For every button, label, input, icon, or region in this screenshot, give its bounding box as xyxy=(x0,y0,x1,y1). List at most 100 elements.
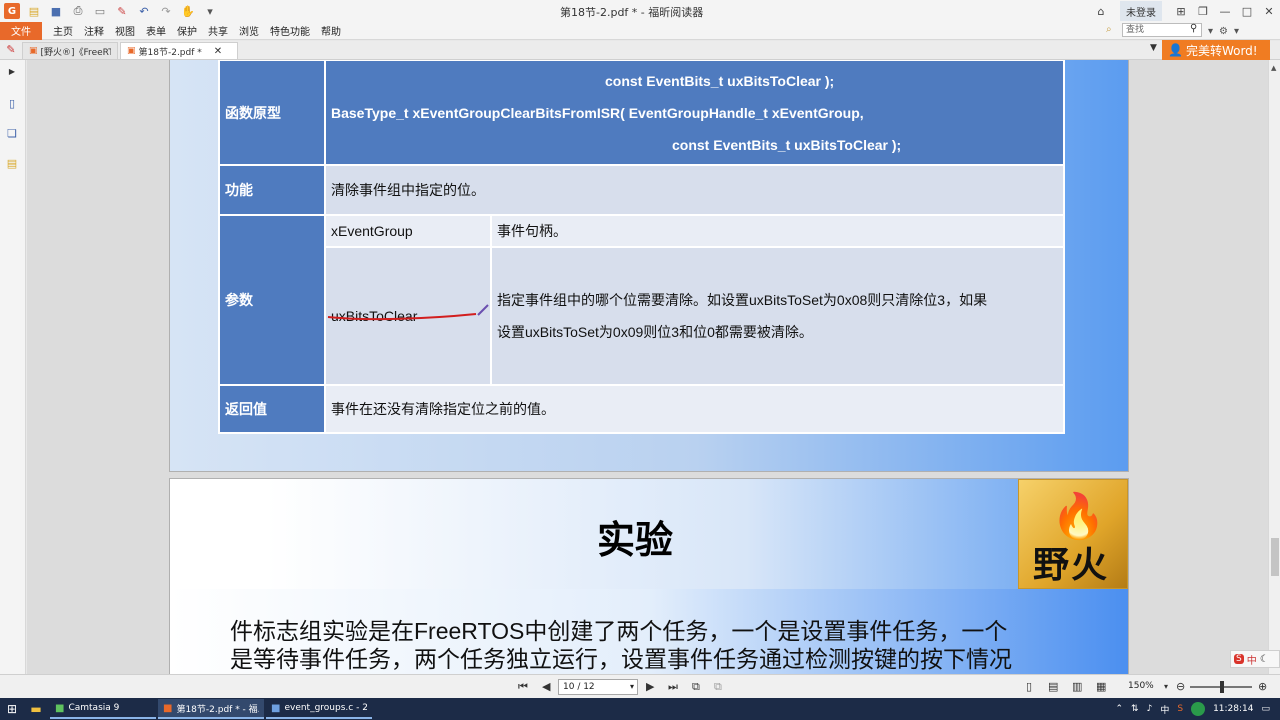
param-header: 参数 xyxy=(218,214,326,386)
redo-icon[interactable]: ↷ xyxy=(158,3,174,19)
settings-dropdown-icon[interactable]: ▾ xyxy=(1234,26,1239,37)
open-icon[interactable]: ▤ xyxy=(26,3,42,19)
next-page-icon[interactable]: ▶ xyxy=(646,680,654,693)
menu-share[interactable]: 共享 xyxy=(208,23,228,38)
tab-list-icon[interactable]: ✎ xyxy=(0,40,22,59)
settings-icon[interactable]: ⚙ xyxy=(1219,26,1228,37)
user-avatar-icon[interactable] xyxy=(1191,702,1206,716)
first-page-icon[interactable]: ⏮ xyxy=(518,680,528,694)
zoom-level[interactable]: 150% xyxy=(1128,681,1154,691)
window-title: 第18节-2.pdf * - 福昕阅读器 xyxy=(560,6,704,19)
print-icon[interactable]: ⎙ xyxy=(70,3,86,19)
zoom-slider-knob[interactable] xyxy=(1220,681,1224,693)
menu-view[interactable]: 视图 xyxy=(115,23,135,38)
taskbar-item-keil[interactable]: ■ event_groups.c - 20... xyxy=(266,699,372,719)
yehuo-logo: 🔥 野火 xyxy=(1018,479,1128,589)
hand-tool-icon[interactable]: ✋ xyxy=(180,3,196,19)
close-button[interactable]: ✕ xyxy=(1258,0,1280,22)
taskbar-item-camtasia[interactable]: ■ Camtasia 9 xyxy=(50,699,156,719)
layers-icon[interactable]: ❏ xyxy=(5,126,19,140)
param-desc-cell: 事件句柄。 xyxy=(490,214,1065,248)
sogou-tray-icon[interactable]: S xyxy=(1177,704,1183,714)
ime-toolbar[interactable]: S 中 ☾ xyxy=(1230,650,1280,668)
tab-current-document[interactable]: ▣ 第18节-2.pdf * ✕ xyxy=(120,42,238,59)
search-options-icon[interactable]: ▾ xyxy=(1208,26,1213,37)
param-desc-line-2: 设置uxBitsToSet为0x09则位3和位0都需要被清除。 xyxy=(497,324,813,340)
ime-language[interactable]: 中 xyxy=(1247,652,1257,667)
sogou-icon[interactable]: S xyxy=(1234,654,1244,664)
comments-icon[interactable]: ▤ xyxy=(5,156,19,170)
save-icon[interactable]: ■ xyxy=(48,3,64,19)
minimize-button[interactable]: — xyxy=(1214,0,1236,22)
maximize-button[interactable]: □ xyxy=(1236,0,1258,22)
login-button[interactable]: 未登录 xyxy=(1120,1,1162,21)
last-page-icon[interactable]: ⏭ xyxy=(668,680,678,694)
search-icon[interactable]: ⚲ xyxy=(1190,23,1197,34)
scrollbar-thumb[interactable] xyxy=(1271,538,1279,576)
customize-dropdown-icon[interactable]: ▾ xyxy=(202,3,218,19)
menu-file[interactable]: 文件 xyxy=(0,21,42,40)
body-line-1: 件标志组实验是在FreeRTOS中创建了两个任务，一个是设置事件任务，一个 xyxy=(230,618,1008,644)
tray-expand-icon[interactable]: ⌃ xyxy=(1115,704,1123,714)
scroll-up-icon[interactable]: ▲ xyxy=(1271,64,1276,72)
proto-header: 函数原型 xyxy=(218,60,326,166)
ime-moon-icon[interactable]: ☾ xyxy=(1260,654,1269,665)
paste-view-icon[interactable]: ⧉ xyxy=(714,680,722,694)
prev-page-icon[interactable]: ◀ xyxy=(542,680,550,693)
close-tab-icon[interactable]: ✕ xyxy=(214,46,222,57)
page-dropdown-icon[interactable]: ▾ xyxy=(630,680,634,694)
continuous-page-icon[interactable]: ▤ xyxy=(1048,680,1058,693)
menu-protect[interactable]: 保护 xyxy=(177,23,197,38)
single-page-icon[interactable]: ▯ xyxy=(1026,680,1032,693)
flame-icon: 🔥 xyxy=(1051,491,1106,542)
undo-icon[interactable]: ↶ xyxy=(136,3,152,19)
copy-view-icon[interactable]: ⧉ xyxy=(692,680,700,694)
menu-help[interactable]: 帮助 xyxy=(321,23,341,38)
vertical-scrollbar[interactable]: ▲ ▼ xyxy=(1268,60,1280,674)
menu-comment[interactable]: 注释 xyxy=(84,23,104,38)
volume-icon[interactable]: ♪ xyxy=(1147,704,1153,714)
table-row: 功能 清除事件组中指定的位。 xyxy=(218,164,1065,216)
menu-bar: 文件 主页 注释 视图 表单 保护 共享 浏览 特色功能 帮助 xyxy=(0,21,1280,40)
new-icon[interactable]: ▭ xyxy=(92,3,108,19)
page-thumbnails-icon[interactable]: ▯ xyxy=(5,96,19,110)
continuous-facing-icon[interactable]: ▦ xyxy=(1096,680,1106,693)
bookmark-icon[interactable]: ✎ xyxy=(114,3,130,19)
param-name-cell: uxBitsToClear xyxy=(324,246,492,386)
title-bar-controls: ⌂ 未登录 ⊞ ❐ — □ ✕ xyxy=(1090,0,1280,22)
file-explorer-icon[interactable]: ▬ xyxy=(24,698,48,720)
menu-home[interactable]: 主页 xyxy=(53,23,73,38)
page-number-value: 10 / 12 xyxy=(563,682,595,692)
ime-tray-label[interactable]: 中 xyxy=(1160,703,1169,716)
system-clock[interactable]: 11:28:14 xyxy=(1213,704,1253,714)
expand-panel-icon[interactable]: ▶ xyxy=(5,64,19,78)
zoom-out-icon[interactable]: ⊖ xyxy=(1176,680,1185,693)
param-desc-cell: 指定事件组中的哪个位需要清除。如设置uxBitsToSet为0x08则只清除位3… xyxy=(490,246,1065,386)
keil-icon: ■ xyxy=(271,702,281,714)
menu-browse[interactable]: 浏览 xyxy=(239,23,259,38)
pdf-icon: ▣ xyxy=(127,46,136,56)
menu-form[interactable]: 表单 xyxy=(146,23,166,38)
find-tool-icon[interactable]: ⌕ xyxy=(1106,24,1112,35)
tab-dropdown-icon[interactable]: ▼ xyxy=(1150,43,1157,53)
zoom-dropdown-icon[interactable]: ▾ xyxy=(1164,682,1168,691)
facing-page-icon[interactable]: ▥ xyxy=(1072,680,1082,693)
windows-start-icon[interactable]: ⊞ xyxy=(0,698,24,720)
proto-line-2: BaseType_t xEventGroupClearBitsFromISR( … xyxy=(331,104,864,121)
taskbar-item-foxit[interactable]: ■ 第18节-2.pdf * - 福... xyxy=(158,699,264,719)
grid-icon[interactable]: ⊞ xyxy=(1170,0,1192,22)
document-view[interactable]: 函数原型 const EventBits_t uxBitsToClear ); … xyxy=(27,60,1268,674)
restore-layout-icon[interactable]: ❐ xyxy=(1192,0,1214,22)
tab-freertos-guide[interactable]: ▣ [野火®]《FreeRTO... xyxy=(22,42,118,59)
network-icon[interactable]: ⇅ xyxy=(1131,704,1139,714)
zoom-in-icon[interactable]: ⊕ xyxy=(1258,680,1267,693)
menu-features[interactable]: 特色功能 xyxy=(270,23,310,38)
func-cell: 清除事件组中指定的位。 xyxy=(324,164,1065,216)
convert-to-word-button[interactable]: 👤 完美转Word! xyxy=(1162,40,1270,60)
return-header: 返回值 xyxy=(218,384,326,434)
notification-center-icon[interactable]: ▭ xyxy=(1261,704,1270,714)
page-number-field[interactable]: 10 / 12 ▾ xyxy=(558,679,638,695)
taskbar-label: 第18节-2.pdf * - 福... xyxy=(176,704,259,715)
notification-icon[interactable]: ⌂ xyxy=(1090,0,1112,22)
app-logo-icon[interactable]: G xyxy=(4,3,20,19)
